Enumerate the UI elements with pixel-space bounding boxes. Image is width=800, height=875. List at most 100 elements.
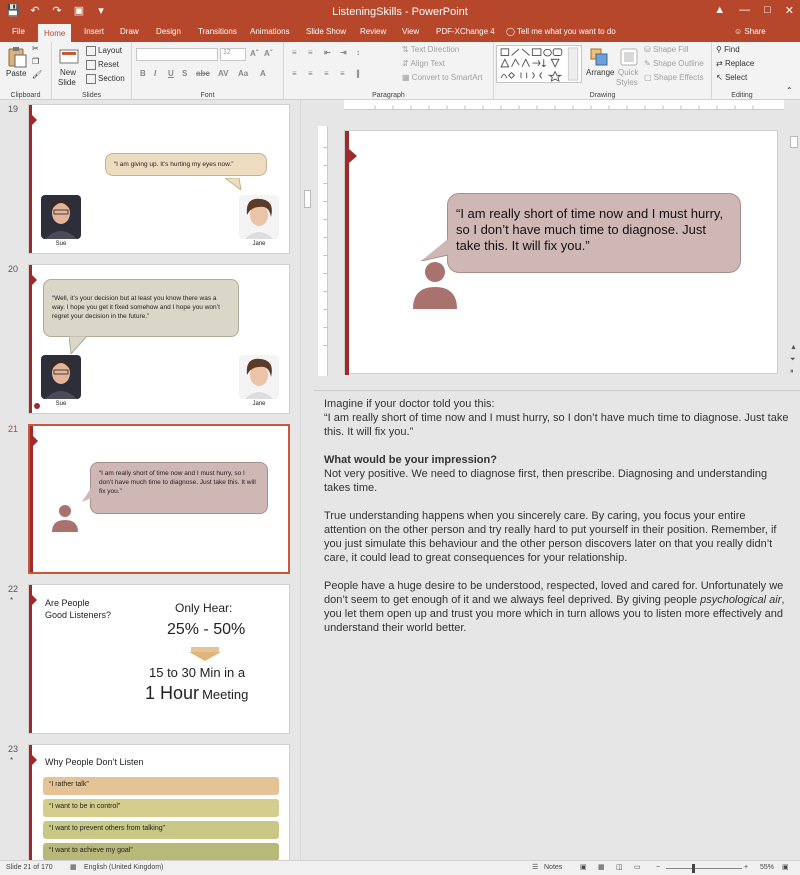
shape-effects-button[interactable]: ▢ Shape Effects <box>644 73 703 82</box>
zoom-slider-thumb[interactable] <box>692 864 695 873</box>
editor-scrollbar[interactable]: ▲ ⏷ ⏸ <box>788 100 800 390</box>
bullets-icon[interactable]: ≡ <box>292 48 297 57</box>
align-left-icon[interactable]: ≡ <box>292 69 297 78</box>
grow-font-icon[interactable]: Aˆ <box>250 49 258 58</box>
arrange-button[interactable]: Arrange <box>586 68 614 77</box>
spellcheck-icon[interactable]: ▦ <box>70 863 77 871</box>
spacing-icon[interactable]: AV <box>218 69 229 78</box>
new-slide-label[interactable]: New <box>60 68 76 77</box>
collapse-ribbon-icon[interactable]: ⌃ <box>786 86 793 95</box>
align-right-icon[interactable]: ≡ <box>324 69 329 78</box>
current-slide[interactable]: “I am really short of time now and I mus… <box>344 130 778 375</box>
numbering-icon[interactable]: ≡ <box>308 48 313 57</box>
tell-me-box[interactable]: ◯ Tell me what you want to do <box>506 24 616 40</box>
thumb-star-23: * <box>10 756 14 765</box>
share-button[interactable]: ☺ Share <box>734 24 766 40</box>
zoom-out-button[interactable]: − <box>656 864 660 871</box>
align-text-button[interactable]: ⇵ Align Text <box>402 59 445 68</box>
quick-styles-icon[interactable] <box>618 46 640 68</box>
shape-outline-button[interactable]: ✎ Shape Outline <box>644 59 704 68</box>
replace-button[interactable]: ⇄ Replace <box>716 59 754 68</box>
reset-button[interactable]: Reset <box>86 60 119 70</box>
font-name-field[interactable] <box>136 48 218 61</box>
new-slide-label-2[interactable]: Slide <box>58 78 76 87</box>
tab-view[interactable]: View <box>396 24 425 42</box>
shapes-gallery[interactable] <box>496 45 582 83</box>
line-spacing-icon[interactable]: ↕ <box>356 48 360 57</box>
ribbon-display-icon[interactable]: ▲ <box>714 4 725 17</box>
tab-file[interactable]: File <box>6 24 31 42</box>
thumb-slide-21[interactable]: “I am really short of time now and I mus… <box>28 424 290 574</box>
cut-icon[interactable]: ✂ <box>32 44 39 53</box>
slide-counter[interactable]: Slide 21 of 170 <box>6 864 53 871</box>
justify-icon[interactable]: ≡ <box>340 69 345 78</box>
copy-icon[interactable]: ❐ <box>32 57 39 66</box>
fit-slide-icon[interactable]: ▣ <box>782 863 789 871</box>
editor-scroll-thumb[interactable] <box>790 136 798 148</box>
language-indicator[interactable]: English (United Kingdom) <box>84 864 163 871</box>
tab-insert[interactable]: Insert <box>78 24 110 42</box>
tab-home[interactable]: Home <box>38 24 72 42</box>
thumbnail-scrollbar[interactable] <box>300 100 314 860</box>
convert-smartart-button[interactable]: ▦ Convert to SmartArt <box>402 73 482 82</box>
slide-speech-bubble[interactable]: “I am really short of time now and I mus… <box>447 193 741 273</box>
close-button[interactable]: ✕ <box>785 4 794 17</box>
font-size-field[interactable]: 12 <box>220 48 246 61</box>
paste-button[interactable]: Paste <box>6 69 26 78</box>
find-button[interactable]: ⚲ Find <box>716 45 740 54</box>
tab-slide-show[interactable]: Slide Show <box>300 24 352 42</box>
thumb-slide-19[interactable]: “I am giving up. It’s hurting my eyes no… <box>28 104 290 254</box>
tab-design[interactable]: Design <box>150 24 187 42</box>
layout-button[interactable]: Layout <box>86 46 122 56</box>
quick-label[interactable]: Quick <box>618 68 638 77</box>
thumb-slide-22[interactable]: Are People Good Listeners? Only Hear: 25… <box>28 584 290 734</box>
tab-review[interactable]: Review <box>354 24 392 42</box>
thumbnail-scroll-thumb[interactable] <box>304 190 311 208</box>
thumb-slide-20[interactable]: “Well, it’s your decision but at least y… <box>28 264 290 414</box>
scroll-up-icon[interactable]: ▲ <box>790 344 797 351</box>
underline-icon[interactable]: U <box>168 69 174 78</box>
person-icon[interactable] <box>411 261 459 311</box>
notes-pane[interactable]: Imagine if your doctor told you this: “I … <box>314 390 800 860</box>
strikethrough-icon[interactable]: abc <box>196 69 210 78</box>
paste-icon[interactable] <box>6 46 28 68</box>
section-button[interactable]: Section <box>86 74 125 84</box>
styles-label[interactable]: Styles <box>616 78 638 87</box>
shape-fill-button[interactable]: ⛁ Shape Fill <box>644 45 689 54</box>
restore-button[interactable]: □ <box>764 4 771 17</box>
tab-draw[interactable]: Draw <box>114 24 145 42</box>
tab-transitions[interactable]: Transitions <box>192 24 243 42</box>
font-color-icon[interactable]: A <box>260 69 266 78</box>
normal-view-icon[interactable]: ▣ <box>580 863 587 871</box>
zoom-slider-track[interactable] <box>666 868 742 869</box>
text-direction-button[interactable]: ⇅ Text Direction <box>402 45 459 54</box>
increase-indent-icon[interactable]: ⇥ <box>340 48 347 57</box>
next-slide-icon[interactable]: ⏸ <box>790 368 794 376</box>
notes-toggle[interactable]: Notes <box>544 864 562 871</box>
decrease-indent-icon[interactable]: ⇤ <box>324 48 331 57</box>
thumb-slide-23[interactable]: Why People Don’t Listen “I rather talk” … <box>28 744 290 860</box>
arrange-icon[interactable] <box>588 46 610 68</box>
zoom-level[interactable]: 55% <box>760 864 774 871</box>
slide-sorter-icon[interactable]: ▦ <box>598 863 605 871</box>
italic-icon[interactable]: I <box>154 69 156 78</box>
bold-icon[interactable]: B <box>140 69 146 78</box>
reading-view-icon[interactable]: ◫ <box>616 863 623 871</box>
select-button[interactable]: ↖ Select <box>716 73 747 82</box>
prev-slide-icon[interactable]: ⏷ <box>790 356 796 364</box>
paint-bucket-icon: ⛁ <box>644 45 651 54</box>
format-painter-icon[interactable]: 🖌 <box>32 70 42 79</box>
tab-pdf-xchange[interactable]: PDF-XChange 4 <box>430 24 501 42</box>
shrink-font-icon[interactable]: Aˇ <box>264 49 272 58</box>
thumbnail-pane[interactable]: 19 “I am giving up. It’s hurting my eyes… <box>0 100 300 860</box>
zoom-in-button[interactable]: + <box>744 864 748 871</box>
tab-animations[interactable]: Animations <box>244 24 296 42</box>
thumb-number-22: 22 <box>8 584 19 594</box>
new-slide-icon[interactable] <box>58 46 80 68</box>
slideshow-view-icon[interactable]: ▭ <box>634 863 641 871</box>
align-center-icon[interactable]: ≡ <box>308 69 313 78</box>
columns-icon[interactable]: ∥ <box>356 69 360 78</box>
minimize-button[interactable]: — <box>739 4 750 17</box>
change-case-icon[interactable]: Aa <box>238 69 248 78</box>
shadow-icon[interactable]: S <box>182 69 187 78</box>
